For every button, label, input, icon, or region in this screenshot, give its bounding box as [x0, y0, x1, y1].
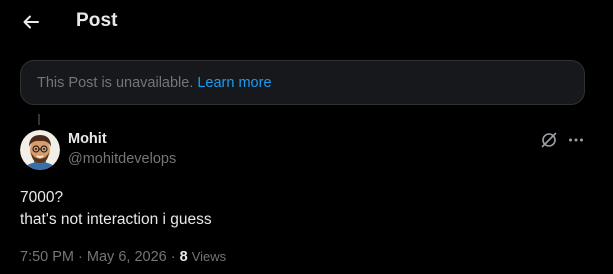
meta-separator: · — [170, 249, 176, 265]
notice-text: This Post is unavailable. — [37, 74, 194, 91]
post-line: that's not interaction i guess — [20, 211, 212, 228]
avatar[interactable] — [20, 130, 60, 170]
back-button[interactable] — [18, 10, 44, 34]
meta-separator: · — [78, 249, 83, 265]
more-options-icon — [569, 138, 583, 142]
more-options-button[interactable] — [566, 130, 586, 150]
page-title: Post — [76, 10, 118, 31]
cartoon-avatar-icon — [20, 130, 60, 170]
views-label: Views — [191, 249, 227, 264]
author-name[interactable]: Mohit — [68, 131, 107, 147]
arrow-left-icon — [23, 15, 39, 29]
views-count: 8 — [179, 249, 188, 265]
post-line: 7000? — [20, 189, 64, 206]
unavailable-post-notice: This Post is unavailable. Learn more — [20, 60, 585, 105]
post-date[interactable]: May 6, 2026 — [87, 249, 167, 265]
thread-connector-line — [38, 114, 40, 125]
post-time[interactable]: 7:50 PM — [20, 249, 74, 265]
post-text: 7000? that's not interaction i guess — [20, 187, 580, 231]
grok-icon — [541, 132, 557, 148]
learn-more-link[interactable]: Learn more — [197, 75, 271, 91]
top-bar: Post — [0, 0, 613, 44]
author-handle[interactable]: @mohitdevelops — [68, 151, 176, 167]
grok-button[interactable] — [539, 130, 559, 150]
post-metadata: 7:50 PM · May 6, 2026 · 8 Views — [20, 249, 226, 265]
